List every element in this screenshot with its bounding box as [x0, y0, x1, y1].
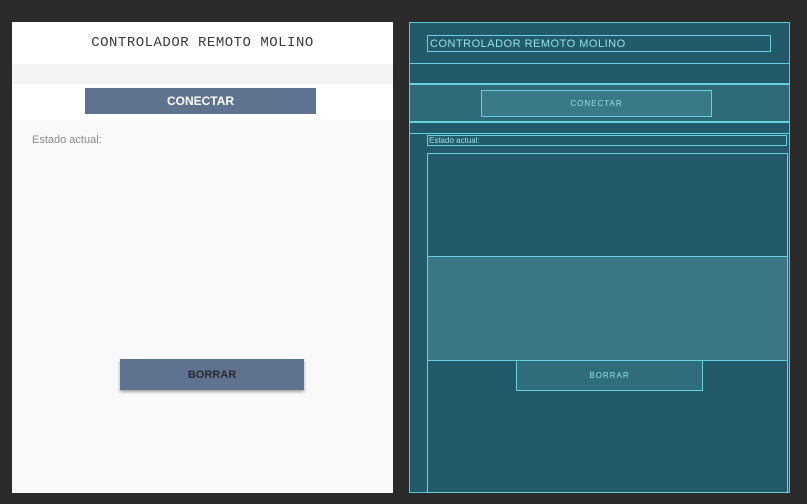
title-bar: CONTROLADOR REMOTO MOLINO — [12, 22, 393, 64]
blueprint-divider — [410, 122, 789, 134]
design-preview: CONTROLADOR REMOTO MOLINO CONECTAR Estad… — [12, 22, 393, 493]
blueprint-status-label[interactable]: Estado actual: — [427, 135, 787, 146]
blueprint-list-item — [428, 257, 787, 361]
blueprint-clear-button[interactable]: BORRAR — [516, 360, 703, 391]
spacer-strip — [12, 64, 393, 84]
blueprint-list-item — [428, 154, 787, 257]
blueprint-preview: CONTROLADOR REMOTO MOLINO CONECTAR Estad… — [409, 22, 790, 493]
clear-button[interactable]: BORRAR — [120, 359, 304, 390]
connect-row: CONECTAR — [12, 84, 393, 120]
blueprint-spacer — [410, 63, 789, 84]
status-label: Estado actual: — [32, 134, 102, 146]
connect-button[interactable]: CONECTAR — [85, 88, 316, 114]
blueprint-connect-button[interactable]: CONECTAR — [481, 90, 712, 117]
app-title: CONTROLADOR REMOTO MOLINO — [91, 35, 314, 51]
blueprint-title[interactable]: CONTROLADOR REMOTO MOLINO — [427, 35, 771, 52]
